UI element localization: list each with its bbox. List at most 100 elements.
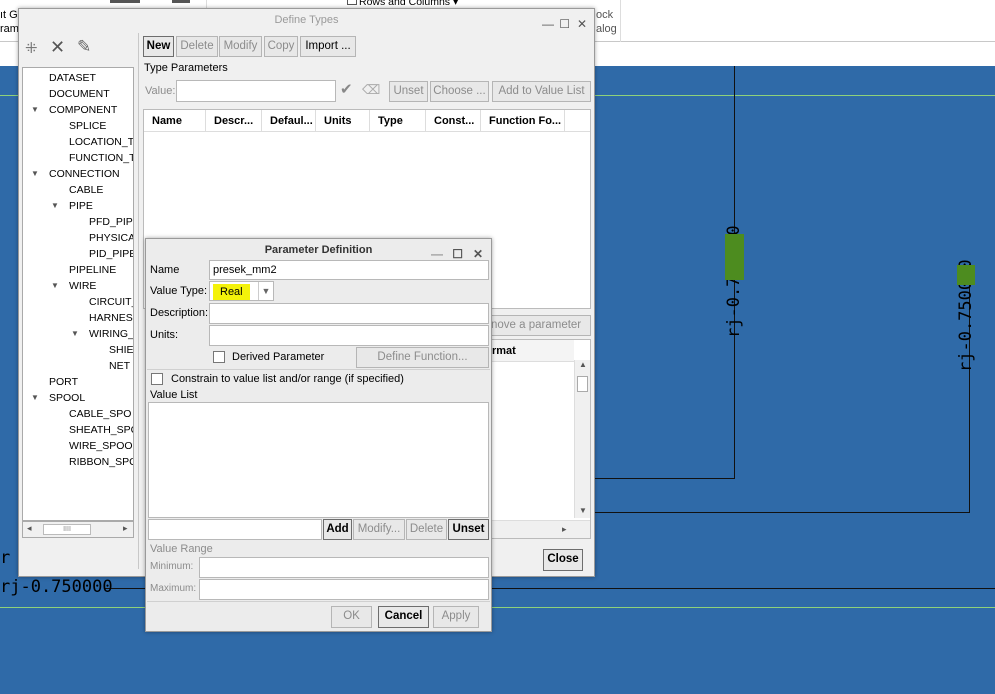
ribbon-icon-2 — [172, 0, 190, 3]
column-header[interactable]: Type — [370, 110, 426, 132]
tree-node[interactable]: PORT — [49, 374, 78, 390]
scroll-right-icon-2[interactable]: ▸ — [562, 524, 567, 535]
format-column-header[interactable]: rmat — [490, 340, 574, 362]
new-button[interactable]: New — [143, 36, 174, 57]
tree-node[interactable]: DATASET — [49, 70, 96, 86]
tree-node[interactable]: PIPE — [69, 198, 93, 214]
tree-node[interactable]: WIRING_ — [89, 326, 133, 342]
column-header[interactable]: Defaul... — [262, 110, 316, 132]
minimum-input[interactable] — [199, 557, 489, 578]
constrain-checkbox[interactable] — [151, 373, 163, 385]
tree-node[interactable]: PFD_PIPE — [89, 214, 133, 230]
expand-triangle-icon[interactable]: ▼ — [31, 169, 39, 178]
close-icon[interactable]: ✕ — [577, 13, 587, 35]
column-header[interactable]: Function Fo... — [481, 110, 565, 132]
tree-node[interactable]: WIRE_SPOOL — [69, 438, 133, 454]
delete-value-button[interactable]: Delete — [406, 519, 447, 540]
tree-node[interactable]: CABLE_SPO — [69, 406, 131, 422]
tree-node[interactable]: SHEATH_SPC — [69, 422, 133, 438]
tree-node[interactable]: CIRCUIT_ — [89, 294, 133, 310]
unset-button-types[interactable]: Unset — [389, 81, 428, 102]
minimize-icon[interactable]: — — [542, 13, 554, 35]
tree-node[interactable]: DOCUMENT — [49, 86, 110, 102]
add-to-value-list-button[interactable]: Add to Value List — [492, 81, 591, 102]
eraser-icon[interactable]: ⌫ — [362, 82, 380, 98]
delete-icon[interactable]: ✕ — [50, 37, 65, 58]
tree-node[interactable]: COMPONENT — [49, 102, 117, 118]
scroll-down-icon[interactable]: ▼ — [579, 506, 587, 515]
tree-node[interactable]: PID_PIPE — [89, 246, 133, 262]
modify-button[interactable]: Modify — [219, 36, 262, 57]
tree-node[interactable]: LOCATION_T — [69, 134, 133, 150]
type-tree[interactable]: DATASET DOCUMENT ▼ COMPONENT SPLICE LOCATION_… — [22, 67, 134, 521]
remove-parameter-button[interactable]: nove a parameter — [489, 315, 591, 336]
delete-button[interactable]: Delete — [176, 36, 218, 57]
tree-horizontal-scrollbar[interactable]: ◂ IIII ▸ — [22, 521, 134, 538]
choose-button[interactable]: Choose ... — [430, 81, 489, 102]
tree-node[interactable]: SPOOL — [49, 390, 85, 406]
ribbon-icon — [110, 0, 140, 3]
column-header[interactable]: Descr... — [206, 110, 262, 132]
tree-node[interactable]: SPLICE — [69, 118, 106, 134]
scroll-thumb-v[interactable] — [577, 376, 588, 392]
description-input[interactable] — [209, 303, 489, 324]
value-list-box[interactable] — [148, 402, 489, 518]
tree-view-icon[interactable]: ⁜ — [25, 39, 38, 57]
expand-triangle-icon[interactable]: ▼ — [51, 201, 59, 210]
ribbon-text-left-2: ram — [0, 23, 19, 35]
checkmark-icon[interactable]: ✔ — [340, 80, 353, 98]
lower-table-scrollbar[interactable]: ▲ ▼ — [574, 360, 590, 518]
tree-node[interactable]: FUNCTION_T — [69, 150, 133, 166]
tree-node[interactable]: SHIE — [109, 342, 133, 358]
define-function-button[interactable]: Define Function... — [356, 347, 489, 368]
tree-node[interactable]: NET — [109, 358, 130, 374]
define-types-titlebar[interactable]: Define Types — ☐ ✕ — [19, 9, 594, 31]
ok-button[interactable]: OK — [331, 606, 372, 628]
maximize-icon[interactable]: ☐ — [559, 13, 570, 35]
lower-table-hscrollbar[interactable]: ▸ — [490, 520, 590, 538]
value-list-entry-input[interactable] — [148, 519, 322, 540]
column-header[interactable]: Const... — [426, 110, 481, 132]
tree-node[interactable]: PIPELINE — [69, 262, 116, 278]
tree-node[interactable]: RIBBON_SPC — [69, 454, 133, 470]
edit-icon[interactable]: ✎ — [77, 37, 91, 57]
import-button[interactable]: Import ... — [300, 36, 356, 57]
maximum-input[interactable] — [199, 579, 489, 600]
tree-node[interactable]: CONNECTION — [49, 166, 120, 182]
tree-node[interactable]: WIRE — [69, 278, 96, 294]
copy-button[interactable]: Copy — [264, 36, 298, 57]
parameter-definition-titlebar[interactable]: Parameter Definition — ☐ ✕ — [146, 239, 491, 261]
header-divider — [144, 131, 590, 132]
add-button[interactable]: Add — [323, 519, 352, 540]
lower-table[interactable]: rmat ▲ ▼ ▸ — [489, 339, 591, 539]
scroll-right-icon[interactable]: ▸ — [123, 523, 128, 534]
tree-node[interactable]: HARNES — [89, 310, 133, 326]
scroll-left-icon[interactable]: ◂ — [27, 523, 32, 534]
expand-triangle-icon[interactable]: ▼ — [71, 329, 79, 338]
scroll-thumb[interactable]: IIII — [43, 524, 91, 535]
column-header[interactable]: Name — [144, 110, 206, 132]
derived-parameter-checkbox[interactable] — [213, 351, 225, 363]
value-input[interactable] — [176, 80, 336, 102]
column-header[interactable]: Units — [316, 110, 370, 132]
name-input[interactable]: presek_mm2 — [209, 260, 489, 280]
rows-columns-button[interactable]: Rows and Columns ▾ — [347, 0, 458, 8]
expand-triangle-icon[interactable]: ▼ — [31, 105, 39, 114]
unset-button[interactable]: Unset — [448, 519, 489, 540]
close-button[interactable]: Close — [543, 549, 583, 571]
tree-node[interactable]: PHYSICA — [89, 230, 133, 246]
apply-button[interactable]: Apply — [433, 606, 479, 628]
tree-node[interactable]: CABLE — [69, 182, 103, 198]
value-type-select[interactable]: Real ▼ — [209, 281, 274, 301]
wire-horizontal-2[interactable] — [595, 512, 970, 513]
units-input[interactable] — [209, 325, 489, 346]
cancel-button[interactable]: Cancel — [378, 606, 429, 628]
expand-triangle-icon[interactable]: ▼ — [31, 393, 39, 402]
maximum-label: Maximum: — [150, 583, 197, 594]
modify-value-button[interactable]: Modify... — [353, 519, 405, 540]
wire-horizontal-1[interactable] — [595, 478, 735, 479]
dropdown-arrow-icon[interactable]: ▼ — [258, 282, 273, 300]
scroll-up-icon[interactable]: ▲ — [579, 360, 587, 369]
splitter[interactable] — [138, 33, 139, 569]
expand-triangle-icon[interactable]: ▼ — [51, 281, 59, 290]
